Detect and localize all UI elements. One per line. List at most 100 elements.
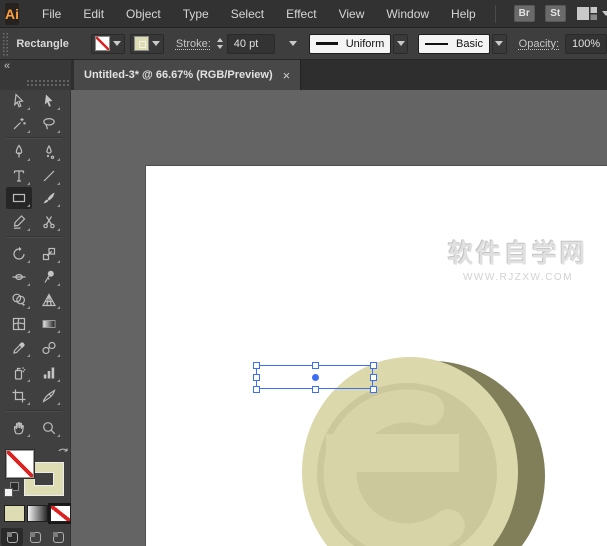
toolbar-grip-handle[interactable] (26, 79, 70, 87)
menubar-separator (495, 5, 496, 23)
selection-handle-top-center[interactable] (312, 362, 319, 369)
magic-wand-icon (11, 116, 27, 132)
width-profile-dropdown-button[interactable] (393, 34, 408, 54)
draw-normal-mode[interactable] (1, 528, 23, 546)
selection-handle-top-right[interactable] (370, 362, 377, 369)
draw-inside-mode[interactable] (47, 528, 69, 546)
fill-proxy-swatch[interactable] (6, 450, 34, 478)
stroke-weight-label[interactable]: Stroke: (176, 38, 211, 50)
tab-close-icon[interactable]: × (283, 69, 291, 82)
menu-effect[interactable]: Effect (275, 0, 327, 28)
toolbar-collapse-button[interactable]: « (4, 60, 10, 72)
selection-handle-middle-right[interactable] (370, 374, 377, 381)
zoom-tool-icon (41, 420, 57, 436)
brush-definition-dropdown[interactable]: Basic (418, 34, 490, 54)
toolbar-divider (6, 137, 62, 138)
color-button[interactable] (4, 505, 25, 522)
tool-shaper[interactable] (6, 211, 32, 233)
stepper-up-icon (217, 38, 223, 42)
draw-behind-mode[interactable] (24, 528, 46, 546)
tool-scissors[interactable] (36, 211, 62, 233)
menu-file[interactable]: File (31, 0, 72, 28)
menu-edit[interactable]: Edit (72, 0, 115, 28)
tool-pen[interactable] (6, 141, 32, 163)
artboard-tool-icon (11, 388, 27, 404)
basic-brush-preview (425, 43, 448, 45)
selection-handle-bottom-center[interactable] (312, 386, 319, 393)
tool-perspective-grid[interactable] (36, 289, 62, 311)
tool-gradient[interactable] (36, 313, 62, 335)
artboard[interactable]: 软件自学网 WWW.RJZXW.COM (145, 165, 607, 546)
tool-hand[interactable] (6, 417, 32, 439)
menu-select[interactable]: Select (220, 0, 275, 28)
chevron-down-icon (113, 41, 121, 46)
tool-width[interactable] (6, 266, 32, 288)
symbol-sprayer-tool-icon (11, 365, 27, 381)
menu-window[interactable]: Window (375, 0, 440, 28)
selection-center-point[interactable] (312, 374, 319, 381)
tool-eyedropper[interactable] (6, 337, 32, 359)
menu-type[interactable]: Type (172, 0, 220, 28)
opacity-label[interactable]: Opacity: (519, 38, 559, 50)
eyedropper-tool-icon (11, 340, 27, 356)
tool-scale[interactable] (36, 243, 62, 265)
opacity-field[interactable]: 100% (565, 34, 607, 54)
shape-builder-tool-icon (11, 292, 27, 308)
width-profile-value: Uniform (346, 38, 385, 50)
none-button[interactable] (50, 505, 71, 522)
selection-handle-middle-left[interactable] (253, 374, 260, 381)
bridge-button[interactable]: Br (514, 5, 535, 22)
stroke-color-control[interactable] (130, 34, 164, 54)
illustrator-window: Ai File Edit Object Type Select Effect V… (0, 0, 607, 546)
stroke-weight-stepper[interactable] (217, 38, 223, 49)
stock-button[interactable]: St (545, 5, 566, 22)
workspace-switcher[interactable] (576, 6, 607, 21)
tool-line-segment[interactable] (36, 165, 62, 187)
rectangle-tool-icon (11, 190, 27, 206)
menu-object[interactable]: Object (115, 0, 172, 28)
tool-magic-wand[interactable] (6, 113, 32, 135)
tool-blend[interactable] (36, 337, 62, 359)
draw-normal-icon (7, 532, 18, 543)
brush-definition-dropdown-button[interactable] (492, 34, 507, 54)
selection-handle-bottom-right[interactable] (370, 386, 377, 393)
menu-bar: Ai File Edit Object Type Select Effect V… (0, 0, 607, 28)
stroke-weight-dropdown-icon[interactable] (289, 41, 297, 46)
fill-color-control[interactable] (91, 34, 125, 54)
gradient-button[interactable] (27, 505, 48, 522)
stroke-weight-field[interactable]: 40 pt (227, 34, 275, 54)
width-profile-dropdown[interactable]: Uniform (309, 34, 391, 54)
tool-artboard[interactable] (6, 385, 32, 407)
swap-fill-stroke-icon[interactable] (57, 447, 69, 459)
tool-curvature[interactable] (36, 141, 62, 163)
default-fill-stroke-icon[interactable] (4, 482, 19, 497)
tool-slice[interactable] (36, 385, 62, 407)
watermark-url: WWW.RJZXW.COM (448, 272, 588, 283)
control-bar-grip[interactable] (2, 32, 8, 56)
tool-mesh[interactable] (6, 313, 32, 335)
tool-puppet-warp[interactable] (36, 266, 62, 288)
tool-rectangle[interactable] (6, 187, 32, 209)
tool-column-graph[interactable] (36, 362, 62, 384)
brush-definition-value: Basic (456, 38, 483, 50)
document-tab-row: « Untitled-3* @ 66.67% (RGB/Preview) × (0, 60, 607, 90)
tool-selection[interactable] (6, 90, 32, 112)
tool-shape-builder[interactable] (6, 289, 32, 311)
tool-type[interactable] (6, 165, 32, 187)
toolbar-divider (6, 410, 62, 411)
canvas-pasteboard[interactable]: 软件自学网 WWW.RJZXW.COM (71, 90, 607, 546)
curvature-tool-icon (41, 144, 57, 160)
tool-zoom[interactable] (36, 417, 62, 439)
watermark-title: 软件自学网 (448, 234, 588, 270)
tool-paintbrush[interactable] (36, 187, 62, 209)
selection-handle-top-left[interactable] (253, 362, 260, 369)
document-tab[interactable]: Untitled-3* @ 66.67% (RGB/Preview) × (74, 60, 301, 90)
selection-marquee[interactable] (256, 365, 373, 389)
tool-symbol-sprayer[interactable] (6, 362, 32, 384)
tool-direct-selection[interactable] (36, 90, 62, 112)
selection-handle-bottom-left[interactable] (253, 386, 260, 393)
tool-lasso[interactable] (36, 113, 62, 135)
tool-rotate[interactable] (6, 243, 32, 265)
menu-view[interactable]: View (328, 0, 376, 28)
menu-help[interactable]: Help (440, 0, 487, 28)
